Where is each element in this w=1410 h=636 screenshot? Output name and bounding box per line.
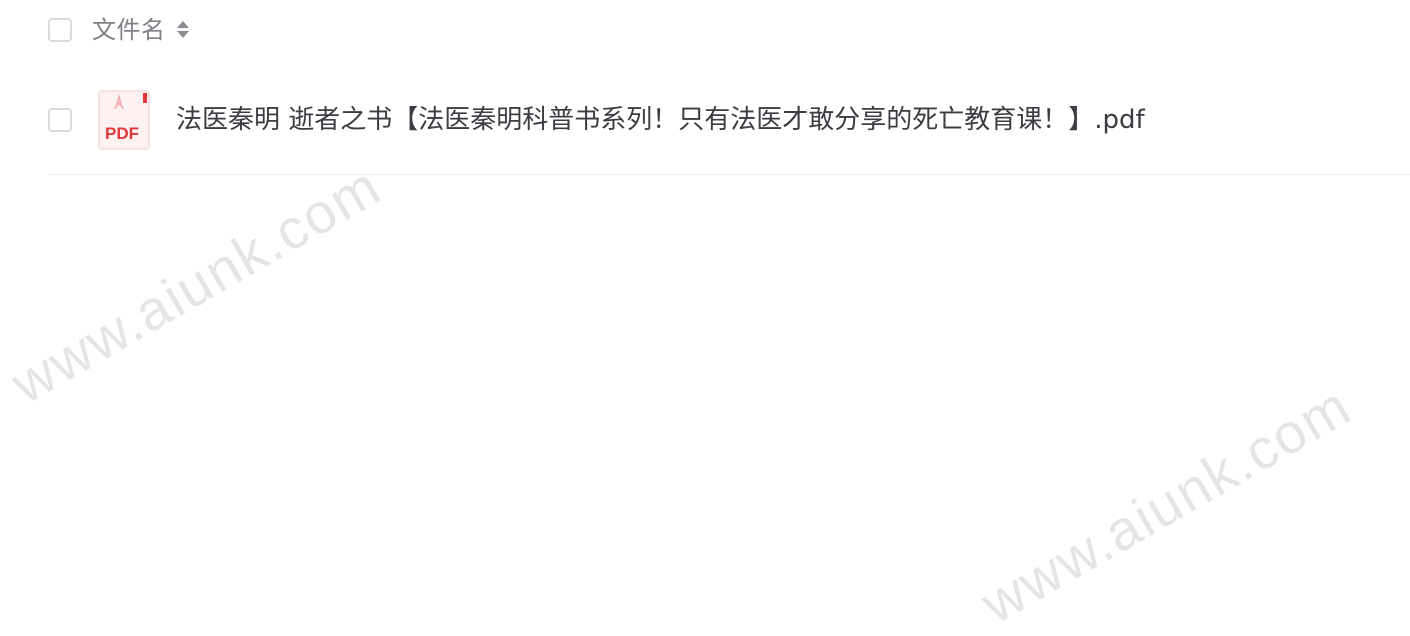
- file-row[interactable]: PDF 法医秦明 逝者之书【法医秦明科普书系列！只有法医才敢分享的死亡教育课！】…: [48, 66, 1410, 175]
- file-row-checkbox[interactable]: [48, 108, 72, 132]
- filename-column-header[interactable]: 文件名: [92, 14, 166, 46]
- select-all-checkbox[interactable]: [48, 18, 72, 42]
- watermark: www.aiunk.com: [970, 373, 1362, 636]
- pdf-icon-label: PDF: [105, 124, 139, 143]
- file-name[interactable]: 法医秦明 逝者之书【法医秦明科普书系列！只有法医才敢分享的死亡教育课！】.pdf: [176, 103, 1145, 137]
- watermark: www.aiunk.com: [0, 153, 392, 416]
- pdf-file-icon: PDF: [98, 90, 150, 150]
- sort-icon[interactable]: [176, 18, 190, 42]
- file-list-header: 文件名: [48, 14, 1410, 46]
